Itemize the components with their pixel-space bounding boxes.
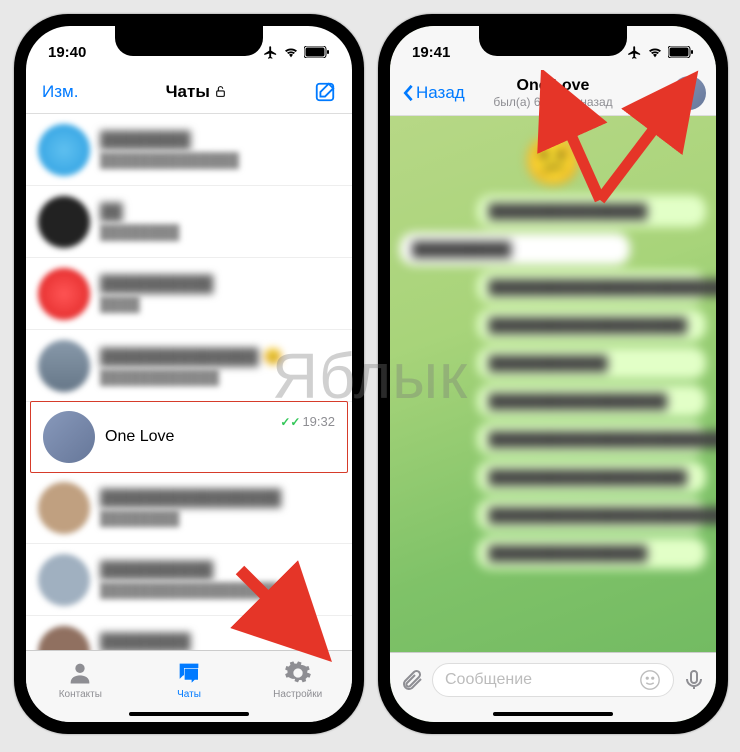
tab-label: Контакты [59,689,102,700]
chat-row[interactable]: ████████████████████████ [26,472,352,544]
phone-frame-left: 19:40 Изм. Чаты █████████████████ [14,14,364,734]
edit-button[interactable]: Изм. [42,82,78,102]
tab-label: Чаты [177,689,201,700]
notch [479,26,627,56]
message-bubble-out: ██████████████████ [477,385,707,417]
status-icons [263,45,330,60]
message-bubble-out: ██████████████████████████████████ [477,499,707,531]
chat-row[interactable]: ██████████ [26,186,352,258]
avatar [38,554,90,606]
avatar [43,411,95,463]
sticker-icon[interactable] [639,669,661,691]
unlock-icon [214,85,227,98]
screen-left: 19:40 Изм. Чаты █████████████████ [26,26,352,722]
chat-row[interactable]: ████████████████████████████ [26,544,352,616]
battery-icon [668,46,694,58]
chat-row[interactable]: ██████████████████████ [26,114,352,186]
phone-frame-right: 19:41 Назад One Love был(а) 6 минут наза… [378,14,728,734]
tab-label: Настройки [273,689,322,700]
wifi-icon [647,46,663,58]
emoji-sticker: 😕 [400,132,706,189]
chat-name: One Love [105,428,335,446]
chat-messages[interactable]: 😕 ████████████████ ██████████ ██████████… [390,116,716,664]
chat-subtitle: был(а) 6 минут назад [493,95,612,109]
chat-row[interactable]: ██████████████ 😊████████████ [26,330,352,402]
page-title: Чаты [166,82,227,102]
message-bubble-out: ████████████████████ [477,461,707,493]
chat-row[interactable]: ██████████████ [26,258,352,330]
tab-settings[interactable]: Настройки [243,651,352,708]
status-time: 19:41 [412,44,450,61]
home-indicator [129,712,249,716]
input-placeholder: Сообщение [445,671,532,689]
tab-chats[interactable]: Чаты [135,651,244,708]
message-bubble-out: ██████████████████████████ [477,271,707,303]
chat-time: ✓✓ 19:32 [280,414,335,429]
compose-icon[interactable] [314,81,336,103]
notch [115,26,263,56]
message-bubble-out: ████████████████ [477,537,707,569]
message-bubble-out: ████████████████ [477,195,707,227]
nav-header: Изм. Чаты [26,70,352,114]
chat-list[interactable]: ██████████████████████ ██████████ ██████… [26,114,352,662]
chat-row-highlighted[interactable]: One Love ✓✓ 19:32 [30,401,348,473]
avatar [38,482,90,534]
chat-title: One Love [493,77,612,95]
message-bubble-in: ██████████ [400,233,630,265]
settings-icon [284,659,312,687]
contacts-icon [66,659,94,687]
chat-title-block[interactable]: One Love был(а) 6 минут назад [493,77,612,109]
wifi-icon [283,46,299,58]
chevron-left-icon [402,84,414,102]
avatar [38,124,90,176]
mic-icon[interactable] [682,668,706,692]
battery-icon [304,46,330,58]
back-label: Назад [416,83,465,103]
message-bubble-out: ████████████ [477,347,707,379]
screen-right: 19:41 Назад One Love был(а) 6 минут наза… [390,26,716,722]
back-button[interactable]: Назад [402,83,465,103]
avatar [38,196,90,248]
home-indicator [493,712,613,716]
status-time: 19:40 [48,44,86,61]
page-title-text: Чаты [166,82,210,102]
attach-icon[interactable] [400,668,424,692]
message-bubble-out: ████████████████████ [477,309,707,341]
message-input[interactable]: Сообщение [432,663,674,697]
airplane-icon [627,45,642,60]
status-icons [627,45,694,60]
tab-contacts[interactable]: Контакты [26,651,135,708]
chats-icon [175,659,203,687]
chat-header: Назад One Love был(а) 6 минут назад [390,70,716,116]
header-avatar[interactable] [672,76,706,110]
airplane-icon [263,45,278,60]
message-bubble-out: ██████████████████████████ [477,423,707,455]
avatar [38,268,90,320]
read-checks-icon: ✓✓ [280,415,300,429]
avatar [38,340,90,392]
